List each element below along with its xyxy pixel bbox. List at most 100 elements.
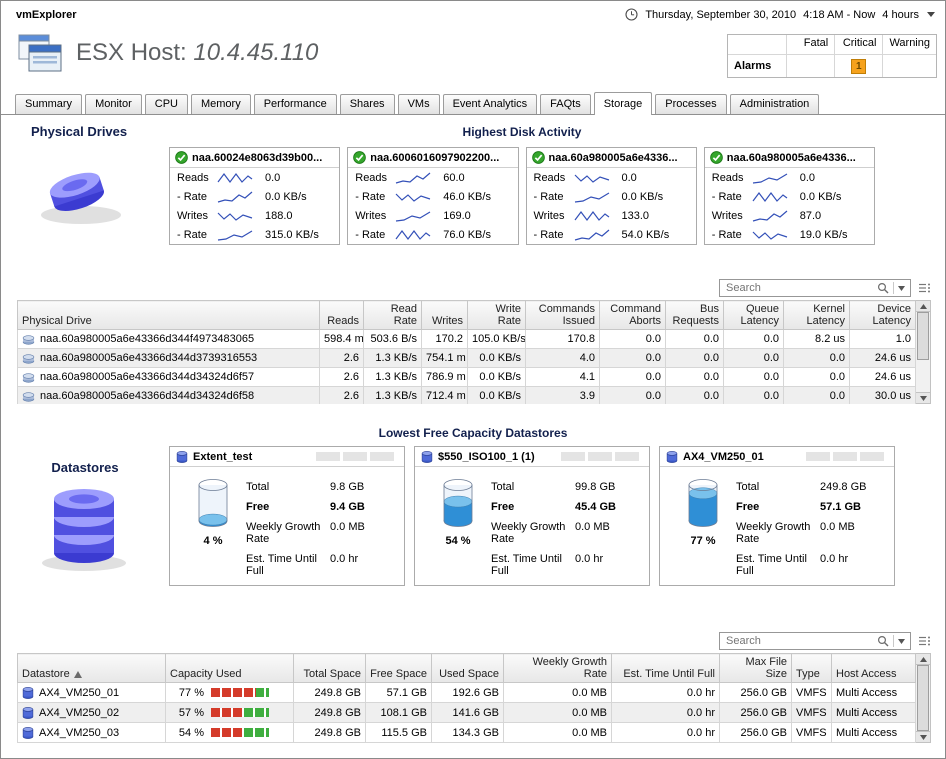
tab-processes[interactable]: Processes — [655, 94, 726, 114]
column-header-2[interactable]: Read Rate — [364, 301, 422, 330]
metric-label: - Rate — [355, 191, 395, 203]
drive-cell: 0.0 — [666, 349, 724, 368]
column-header-6[interactable]: Command Aborts — [600, 301, 666, 330]
column-header-4[interactable]: Used Space — [432, 654, 504, 683]
table-settings-icon[interactable] — [918, 282, 931, 294]
sparkline-chart — [395, 209, 431, 223]
search-box[interactable] — [719, 632, 911, 650]
datastore-name[interactable]: Extent_test — [193, 451, 252, 463]
tab-memory[interactable]: Memory — [191, 94, 251, 114]
alarm-count-critical[interactable]: 1 — [834, 55, 882, 77]
alarms-corner-cell — [728, 35, 786, 55]
search-icon[interactable] — [877, 282, 889, 294]
tab-shares[interactable]: Shares — [340, 94, 395, 114]
column-header-1[interactable]: Reads — [320, 301, 364, 330]
datastore-name[interactable]: $550_ISO100_1 (1) — [438, 451, 535, 463]
vertical-scrollbar[interactable] — [916, 300, 931, 404]
column-header-7[interactable]: Max File Size — [720, 654, 792, 683]
search-options-caret-icon[interactable] — [898, 639, 905, 644]
table-settings-icon[interactable] — [918, 635, 931, 647]
tab-performance[interactable]: Performance — [254, 94, 337, 114]
tab-summary[interactable]: Summary — [15, 94, 82, 114]
search-input[interactable] — [726, 635, 877, 647]
column-header-8[interactable]: Queue Latency — [724, 301, 784, 330]
datastore-cards: Extent_test4 %Total9.8 GBFree9.4 GBWeekl… — [169, 446, 945, 586]
drive-name[interactable]: naa.60a980005a6e4336... — [727, 152, 856, 164]
column-header-1[interactable]: Capacity Used — [166, 654, 294, 683]
metric-label: Free — [491, 501, 575, 513]
datastores-title: Datastores — [51, 460, 118, 475]
metric-value: 0.0 MB — [575, 521, 641, 545]
drive-metric-row: - Rate0.0 KB/s — [170, 187, 339, 206]
metric-label: Est. Time Until Full — [491, 553, 575, 577]
scroll-down-button[interactable] — [916, 392, 930, 403]
tab-event-analytics[interactable]: Event Analytics — [443, 94, 538, 114]
tab-administration[interactable]: Administration — [730, 94, 820, 114]
drive-cell: 0.0 KB/s — [468, 368, 526, 387]
drive-cell: 1.3 KB/s — [364, 368, 422, 387]
tab-cpu[interactable]: CPU — [145, 94, 188, 114]
drive-activity-cards: naa.60024e8063d39b00...Reads0.0- Rate0.0… — [169, 147, 945, 245]
search-options-caret-icon[interactable] — [898, 286, 905, 291]
column-header-3[interactable]: Writes — [422, 301, 468, 330]
metric-value: 133.0 — [622, 210, 650, 222]
drive-metric-row: - Rate315.0 KB/s — [170, 225, 339, 244]
search-input[interactable] — [726, 282, 877, 294]
search-icon[interactable] — [877, 635, 889, 647]
column-header-5[interactable]: Commands Issued — [526, 301, 600, 330]
drive-activity-card: naa.6006016097902200...Reads60.0- Rate46… — [347, 147, 518, 245]
search-box[interactable] — [719, 279, 911, 297]
vertical-scrollbar[interactable] — [916, 653, 931, 743]
tab-storage[interactable]: Storage — [594, 92, 653, 115]
chevron-down-icon[interactable] — [927, 12, 935, 17]
column-header-6[interactable]: Est. Time Until Full — [612, 654, 720, 683]
drive-name[interactable]: naa.6006016097902200... — [370, 152, 499, 164]
drive-cell: 2.6 — [320, 368, 364, 387]
column-header-0[interactable]: Physical Drive — [18, 301, 320, 330]
datastore-table-row[interactable]: AX4_VM250_0177 %249.8 GB57.1 GB192.6 GB0… — [18, 683, 916, 703]
scroll-up-button[interactable] — [916, 654, 930, 665]
tab-vms[interactable]: VMs — [398, 94, 440, 114]
column-header-9[interactable]: Kernel Latency — [784, 301, 850, 330]
datastore-name[interactable]: AX4_VM250_01 — [683, 451, 764, 463]
tab-faqts[interactable]: FAQts — [540, 94, 591, 114]
column-header-0[interactable]: Datastore — [18, 654, 166, 683]
datastore-table-row[interactable]: AX4_VM250_0257 %249.8 GB108.1 GB141.6 GB… — [18, 703, 916, 723]
drive-name[interactable]: naa.60a980005a6e4336... — [549, 152, 678, 164]
column-header-10[interactable]: Device Latency — [850, 301, 916, 330]
metric-label: Free — [246, 501, 330, 513]
alarm-count-badge[interactable]: 1 — [851, 59, 866, 74]
capacity-bar — [211, 688, 269, 697]
alarm-count-fatal[interactable] — [786, 55, 834, 77]
drive-cell: 24.6 us — [850, 368, 916, 387]
drive-table-row[interactable]: naa.60a980005a6e43366d344f4973483065598.… — [18, 330, 916, 349]
column-header-5[interactable]: Weekly Growth Rate — [504, 654, 612, 683]
drive-cell: 0.0 KB/s — [468, 349, 526, 368]
drive-table-row[interactable]: naa.60a980005a6e43366d344d37393165532.61… — [18, 349, 916, 368]
time-range-selector[interactable]: Thursday, September 30, 2010 4:18 AM - N… — [625, 8, 935, 21]
legend-placeholder — [316, 452, 398, 461]
alarm-count-warning[interactable] — [882, 55, 936, 77]
column-header-3[interactable]: Free Space — [366, 654, 432, 683]
scroll-down-button[interactable] — [916, 731, 930, 742]
column-header-8[interactable]: Type — [792, 654, 832, 683]
scroll-thumb[interactable] — [917, 665, 929, 731]
drive-cell: 1.0 — [850, 330, 916, 349]
column-header-2[interactable]: Total Space — [294, 654, 366, 683]
range-label: 4 hours — [882, 9, 919, 21]
scroll-up-button[interactable] — [916, 301, 930, 312]
drive-table-row[interactable]: naa.60a980005a6e43366d344d34324d6f582.61… — [18, 387, 916, 405]
drive-activity-card: naa.60a980005a6e4336...Reads0.0- Rate0.0… — [526, 147, 697, 245]
datastore-card: AX4_VM250_0177 %Total249.8 GBFree57.1 GB… — [659, 446, 895, 586]
drive-table-row[interactable]: naa.60a980005a6e43366d344d34324d6f572.61… — [18, 368, 916, 387]
column-header-9[interactable]: Host Access — [832, 654, 916, 683]
drive-name[interactable]: naa.60024e8063d39b00... — [192, 152, 322, 164]
column-header-4[interactable]: Write Rate — [468, 301, 526, 330]
tab-monitor[interactable]: Monitor — [85, 94, 142, 114]
capacity-percent: 54 % — [425, 535, 491, 547]
metric-label: Free — [736, 501, 820, 513]
column-header-7[interactable]: Bus Requests — [666, 301, 724, 330]
scroll-thumb[interactable] — [917, 312, 929, 360]
datastore-icon — [22, 726, 34, 739]
datastore-table-row[interactable]: AX4_VM250_0354 %249.8 GB115.5 GB134.3 GB… — [18, 723, 916, 743]
